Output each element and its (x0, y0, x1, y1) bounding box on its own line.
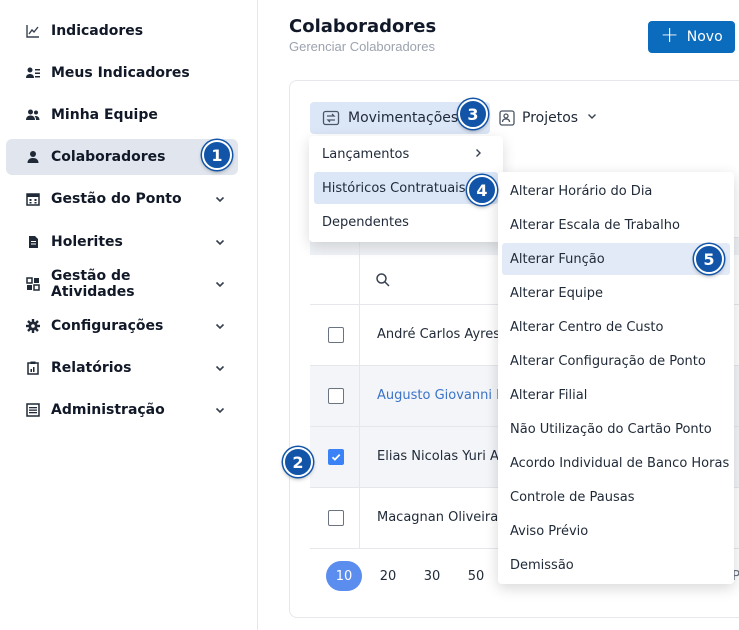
sidebar-item-label: Indicadores (51, 23, 144, 39)
page-size-20[interactable]: 20 (374, 561, 402, 591)
chevron-down-icon (212, 191, 228, 207)
page-size-10[interactable]: 10 (326, 561, 362, 591)
sidebar-item-indicadores[interactable]: Indicadores (6, 13, 238, 49)
row-checkbox[interactable] (328, 388, 344, 404)
row-checkbox[interactable] (328, 449, 344, 465)
page-subtitle: Gerenciar Colaboradores (289, 39, 435, 54)
new-button-label: Novo (686, 29, 723, 45)
user-list-icon (24, 64, 42, 82)
sidebar-item-administracao[interactable]: Administração (6, 392, 238, 428)
chevron-down-icon (212, 360, 228, 376)
sidebar-item-holerites[interactable]: Holerites (6, 224, 238, 260)
projetos-label: Projetos (522, 110, 579, 126)
menu-item-nao-utilizacao-cartao-ponto[interactable]: Não Utilização do Cartão Ponto (502, 413, 730, 445)
sidebar-item-label: Meus Indicadores (51, 65, 190, 81)
menu-item-alterar-centro-de-custo[interactable]: Alterar Centro de Custo (502, 311, 730, 343)
step-badge-4: 4 (467, 175, 497, 205)
step-badge-2: 2 (283, 447, 313, 477)
row-name: Macagnan Oliveira (377, 510, 499, 525)
gear-icon (24, 317, 42, 335)
check-icon (331, 453, 341, 461)
chevron-right-icon (472, 147, 484, 163)
menu-item-alterar-configuracao-de-ponto[interactable]: Alterar Configuração de Ponto (502, 345, 730, 377)
clipboard-icon (24, 359, 42, 377)
step-badge-3: 3 (458, 99, 488, 129)
sidebar-item-minha-equipe[interactable]: Minha Equipe (6, 97, 238, 133)
sidebar-item-label: Relatórios (51, 360, 132, 376)
column-divider (359, 237, 360, 548)
sidebar-item-label: Gestão de Atividades (51, 268, 135, 300)
sidebar-item-label: Administração (51, 402, 165, 418)
sidebar-item-label: Gestão do Ponto (51, 191, 182, 207)
menu-item-aviso-previo[interactable]: Aviso Prévio (502, 515, 730, 547)
menu-item-demissao[interactable]: Demissão (502, 549, 730, 581)
row-name: Elias Nicolas Yuri Alm (377, 449, 516, 464)
sidebar-item-gestao-de-atividades[interactable]: Gestão de Atividades (6, 266, 238, 302)
chevron-down-icon (212, 402, 228, 418)
step-badge-5: 5 (694, 244, 724, 274)
row-name: André Carlos Ayres (377, 327, 500, 342)
row-checkbox[interactable] (328, 510, 344, 526)
row-name-link[interactable]: Augusto Giovanni Po (377, 388, 511, 403)
sidebar-item-configuracoes[interactable]: Configurações (6, 308, 238, 344)
page-size-30[interactable]: 30 (418, 561, 446, 591)
chevron-down-icon (212, 234, 228, 250)
row-checkbox[interactable] (328, 327, 344, 343)
sidebar-item-gestao-do-ponto[interactable]: Gestão do Ponto (6, 181, 238, 217)
sidebar-item-label: Configurações (51, 318, 164, 334)
users-icon (24, 106, 42, 124)
menu-item-label: Dependentes (322, 214, 409, 230)
transfer-icon (322, 109, 340, 127)
menu-item-acordo-individual-banco-horas[interactable]: Acordo Individual de Banco Horas (502, 447, 730, 479)
menu-item-label: Históricos Contratuais (322, 180, 466, 196)
menu-item-label: Lançamentos (322, 146, 410, 162)
sidebar-item-meus-indicadores[interactable]: Meus Indicadores (6, 55, 238, 91)
project-icon (498, 109, 516, 127)
menu-item-alterar-escala-de-trabalho[interactable]: Alterar Escala de Trabalho (502, 209, 730, 241)
search-icon[interactable] (375, 272, 391, 293)
sliders-icon (24, 401, 42, 419)
sidebar: Indicadores Meus Indicadores Minha Equip… (0, 0, 258, 630)
chart-line-icon (24, 22, 42, 40)
menu-item-alterar-filial[interactable]: Alterar Filial (502, 379, 730, 411)
menu-item-alterar-horario-do-dia[interactable]: Alterar Horário do Dia (502, 175, 730, 207)
menu-item-controle-de-pausas[interactable]: Controle de Pausas (502, 481, 730, 513)
page-size-50[interactable]: 50 (462, 561, 490, 591)
menu-item-lancamentos[interactable]: Lançamentos (314, 138, 498, 170)
calendar-icon (24, 190, 42, 208)
user-icon (24, 148, 42, 166)
menu-item-dependentes[interactable]: Dependentes (314, 206, 498, 238)
step-badge-1: 1 (202, 140, 232, 170)
movimentacoes-label: Movimentações (348, 110, 459, 126)
chevron-down-icon (212, 276, 228, 292)
historicos-contratuais-menu: Alterar Horário do Dia Alterar Escala de… (498, 172, 734, 584)
grid-icon (24, 275, 42, 293)
page-title: Colaboradores (289, 16, 437, 37)
document-icon (24, 233, 42, 251)
menu-item-alterar-equipe[interactable]: Alterar Equipe (502, 277, 730, 309)
sidebar-item-relatorios[interactable]: Relatórios (6, 350, 238, 386)
projetos-button[interactable]: Projetos (498, 102, 608, 134)
sidebar-item-label: Minha Equipe (51, 107, 158, 123)
sidebar-item-label: Holerites (51, 234, 123, 250)
chevron-down-icon (212, 318, 228, 334)
new-button[interactable]: + Novo (648, 21, 735, 53)
chevron-down-icon (586, 109, 598, 127)
plus-icon: + (660, 23, 679, 48)
